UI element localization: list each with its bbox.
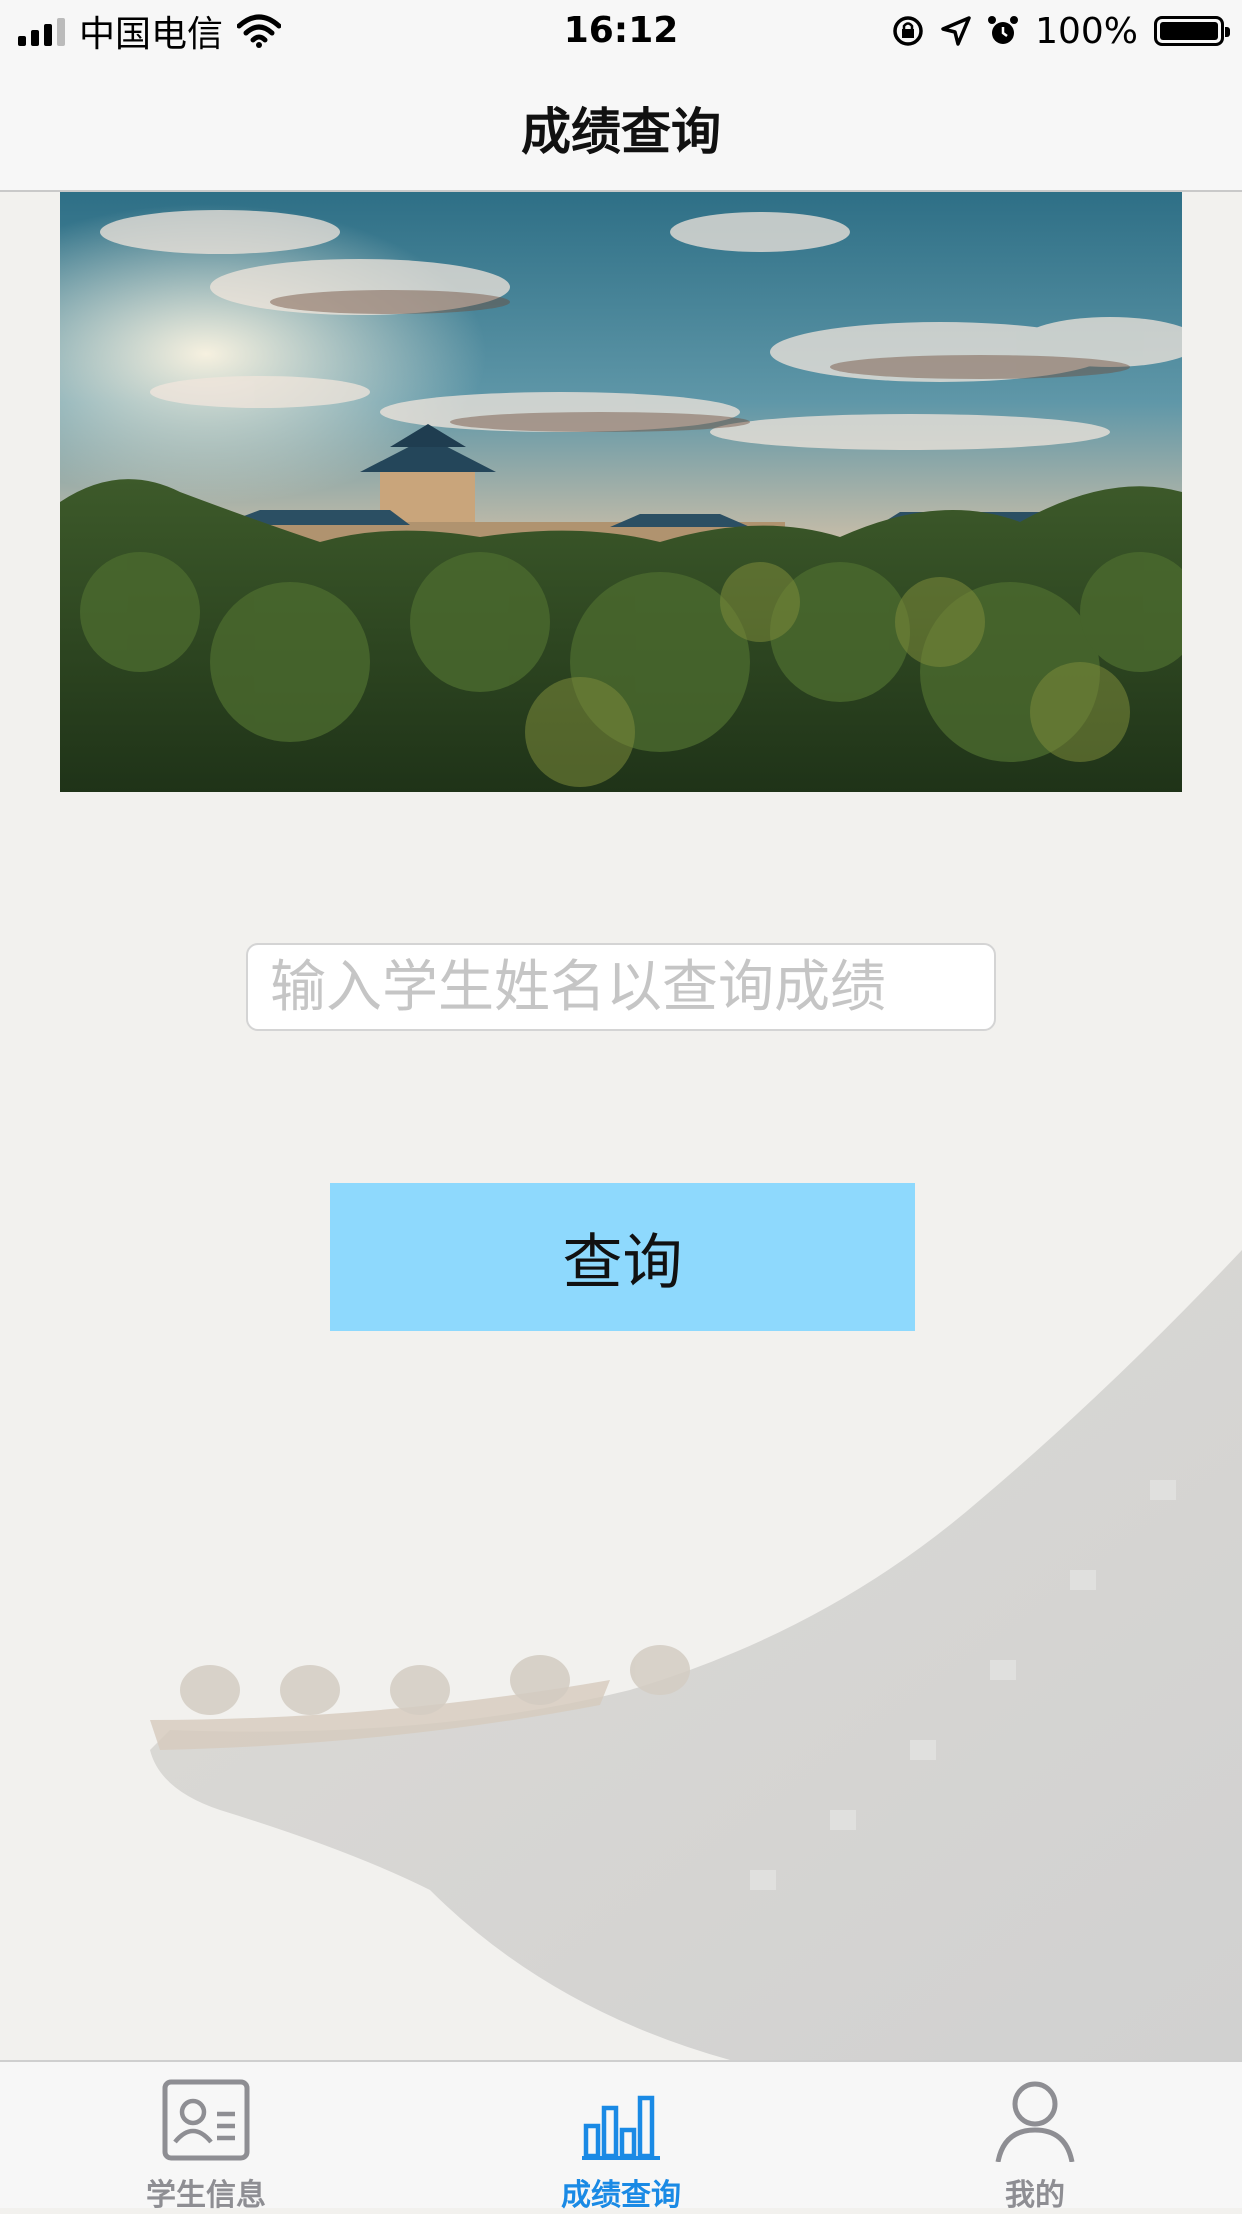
battery-icon [1154,16,1230,46]
bar-chart-icon [582,2095,660,2160]
id-card-icon [162,2079,250,2161]
roof-watermark-image [150,1250,1242,2060]
query-button[interactable]: 查询 [330,1183,915,1331]
orientation-lock-icon [893,16,923,46]
tab-label: 我的 [1005,2178,1065,2213]
tab-label: 学生信息 [146,2178,266,2213]
tab-score-query[interactable]: 成绩查询 [471,2062,771,2213]
alarm-icon [988,16,1019,44]
battery-percent: 100% [1035,10,1138,52]
person-icon [995,2081,1075,2162]
status-bar: 中国电信 16:12 100% [0,0,1242,62]
student-name-search-input[interactable] [246,943,996,1031]
tab-student-info[interactable]: 学生信息 [56,2062,356,2213]
tab-label: 成绩查询 [561,2178,681,2213]
tab-bar: 学生信息 成绩查询 我的 [0,2060,1242,2213]
page-title: 成绩查询 [521,103,721,161]
location-arrow-icon [941,16,971,46]
tab-mine[interactable]: 我的 [885,2062,1185,2213]
navigation-bar: 成绩查询 [0,62,1242,192]
status-right: 100% [891,8,1230,54]
campus-banner-image [60,192,1182,792]
